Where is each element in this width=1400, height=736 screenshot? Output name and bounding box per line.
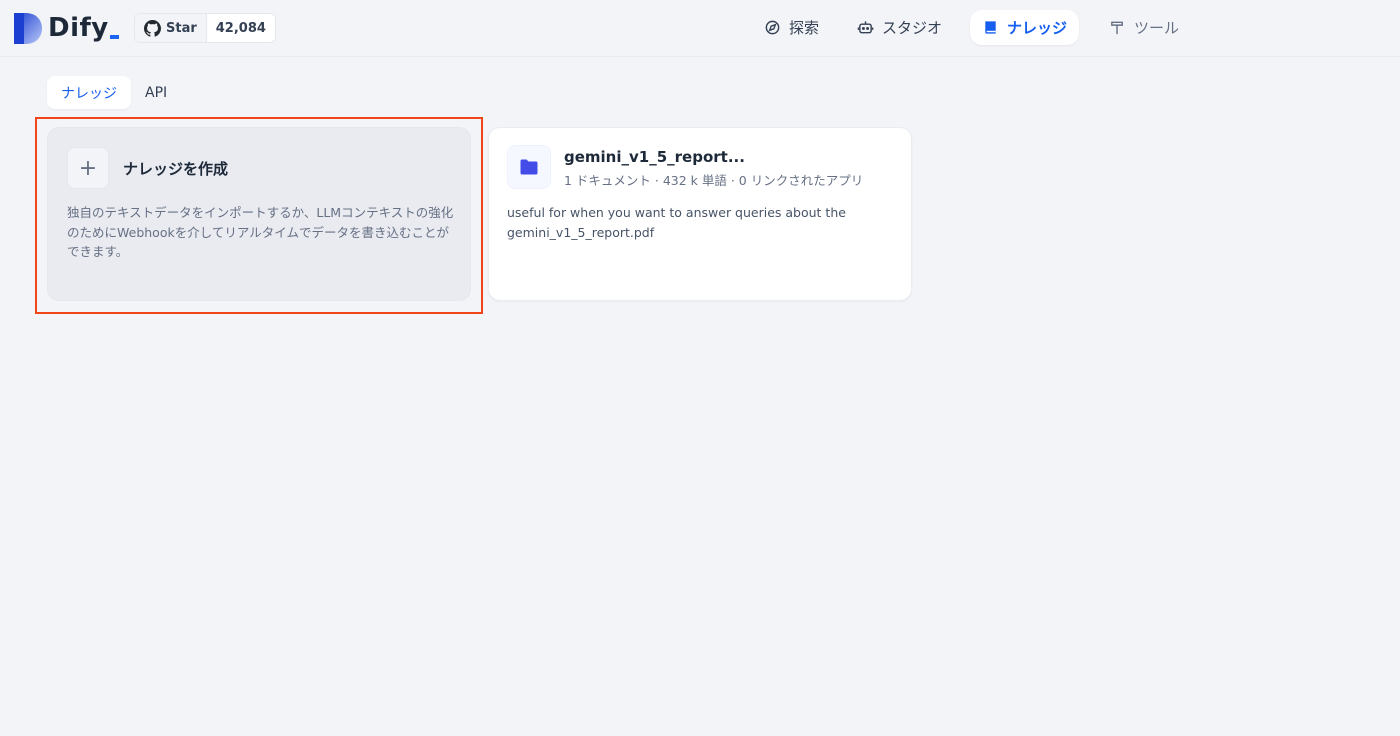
github-star-label: Star	[166, 20, 197, 36]
github-star-count: 42,084	[206, 14, 275, 42]
nav-explore[interactable]: 探索	[752, 10, 831, 45]
compass-icon	[765, 20, 780, 35]
dataset-name: gemini_v1_5_report...	[564, 148, 745, 166]
nav-knowledge-label: ナレッジ	[1007, 19, 1068, 37]
dify-logo-icon	[14, 12, 42, 44]
dataset-icon-box	[507, 145, 551, 189]
tab-api[interactable]: API	[131, 76, 181, 109]
nav-knowledge[interactable]: ナレッジ	[970, 10, 1080, 45]
nav-tools[interactable]: ツール	[1097, 10, 1191, 45]
create-knowledge-description: 独自のテキストデータをインポートするか、LLMコンテキストの強化のためにWebh…	[67, 205, 454, 259]
hammer-icon	[1111, 21, 1123, 35]
dify-logo[interactable]: Dify	[14, 12, 119, 44]
nav-studio-label: スタジオ	[882, 19, 943, 37]
github-star-button[interactable]: Star 42,084	[134, 13, 276, 43]
logo-cursor	[109, 35, 119, 39]
plus-icon: +	[67, 147, 109, 189]
github-icon	[144, 19, 161, 37]
github-star-label-area[interactable]: Star	[135, 14, 207, 42]
tab-knowledge[interactable]: ナレッジ	[47, 76, 131, 109]
top-header: Dify Star 42,084 探索 スタジオ ナレッジ ツール	[0, 0, 1400, 57]
nav-studio[interactable]: スタジオ	[845, 10, 954, 45]
book-icon	[985, 21, 996, 34]
nav-tools-label: ツール	[1134, 19, 1180, 37]
knowledge-tabs: ナレッジ API	[47, 76, 181, 109]
create-knowledge-card[interactable]: + ナレッジを作成 独自のテキストデータをインポートするか、LLMコンテキストの…	[47, 127, 471, 301]
logo-text: Dify	[48, 13, 109, 43]
folder-icon	[520, 159, 538, 175]
dataset-card[interactable]: gemini_v1_5_report... 1 ドキュメント · 432 k 単…	[488, 127, 912, 301]
create-knowledge-title: ナレッジを作成	[123, 160, 229, 178]
dataset-meta: 1 ドキュメント · 432 k 単語 · 0 リンクされたアプリ	[564, 173, 864, 188]
nav-explore-label: 探索	[789, 19, 820, 37]
dataset-description: useful for when you want to answer queri…	[507, 205, 846, 240]
robot-icon	[857, 21, 874, 34]
